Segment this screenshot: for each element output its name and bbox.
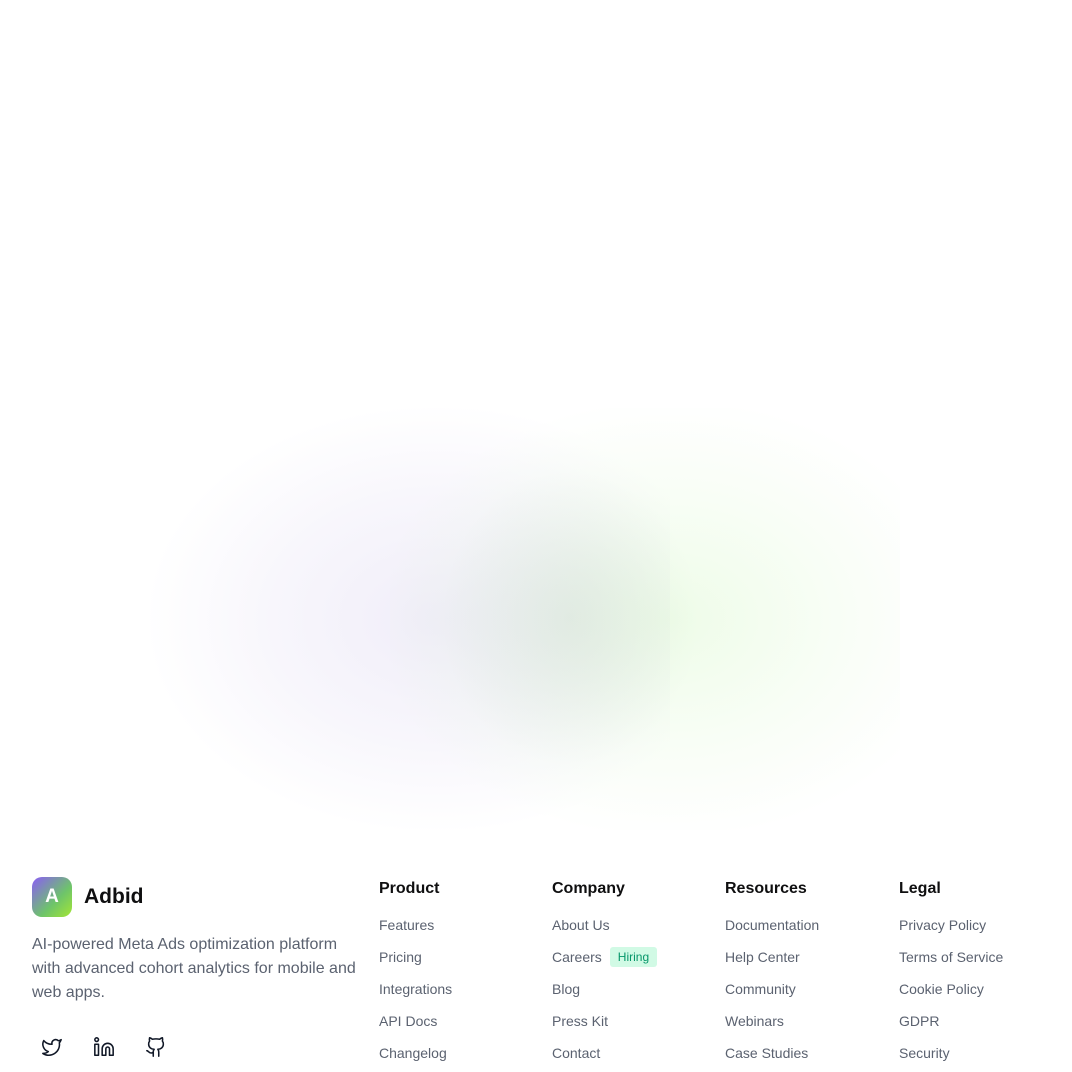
footer-link-integrations[interactable]: Integrations xyxy=(379,979,452,1011)
footer-link-changelog[interactable]: Changelog xyxy=(379,1043,452,1072)
footer-column-product: Product Features Pricing Integrations AP… xyxy=(379,877,452,1072)
hiring-badge: Hiring xyxy=(609,947,658,967)
footer-link-pricing[interactable]: Pricing xyxy=(379,947,452,979)
column-title: Company xyxy=(552,880,625,897)
footer-link-press-kit[interactable]: Press Kit xyxy=(552,1011,657,1043)
footer-link-case-studies[interactable]: Case Studies xyxy=(725,1043,819,1072)
footer-link-terms-of-service[interactable]: Terms of Service xyxy=(899,947,1003,979)
social-links xyxy=(32,1036,188,1063)
footer-link-contact[interactable]: Contact xyxy=(552,1043,657,1072)
footer-link-cookie-policy[interactable]: Cookie Policy xyxy=(899,979,1003,1011)
footer-column-legal: Legal Privacy Policy Terms of Service Co… xyxy=(899,877,1003,1072)
footer-link-webinars[interactable]: Webinars xyxy=(725,1011,819,1043)
linkedin-link[interactable] xyxy=(84,1036,124,1063)
github-link[interactable] xyxy=(136,1036,176,1063)
footer-link-gdpr[interactable]: GDPR xyxy=(899,1011,1003,1043)
footer-link-privacy-policy[interactable]: Privacy Policy xyxy=(899,915,1003,947)
footer-link-about-us[interactable]: About Us xyxy=(552,915,657,947)
column-title: Product xyxy=(379,880,440,897)
footer-link-help-center[interactable]: Help Center xyxy=(725,947,819,979)
footer-link-documentation[interactable]: Documentation xyxy=(725,915,819,947)
linkedin-icon xyxy=(93,1036,115,1063)
glow-center xyxy=(440,468,700,768)
footer-column-resources: Resources Documentation Help Center Comm… xyxy=(725,877,819,1072)
footer-link-features[interactable]: Features xyxy=(379,915,452,947)
brand[interactable]: A Adbid xyxy=(32,877,143,917)
footer-link-security[interactable]: Security xyxy=(899,1043,1003,1072)
footer-column-company: Company About Us Careers Hiring Blog Pre… xyxy=(552,877,658,1072)
brand-name: Adbid xyxy=(84,885,144,908)
footer-link-blog[interactable]: Blog xyxy=(552,979,657,1011)
twitter-link[interactable] xyxy=(32,1037,72,1061)
footer-link-community[interactable]: Community xyxy=(725,979,819,1011)
column-title: Legal xyxy=(899,880,941,897)
footer-link-api-docs[interactable]: API Docs xyxy=(379,1011,452,1043)
twitter-icon xyxy=(41,1036,63,1063)
logo-icon: A xyxy=(32,877,72,917)
github-icon xyxy=(145,1036,167,1063)
column-title: Resources xyxy=(725,880,807,897)
footer-link-careers[interactable]: Careers Hiring xyxy=(552,947,658,979)
background-gradient-glow xyxy=(140,408,900,830)
brand-tagline: AI-powered Meta Ads optimization platfor… xyxy=(32,936,356,1001)
